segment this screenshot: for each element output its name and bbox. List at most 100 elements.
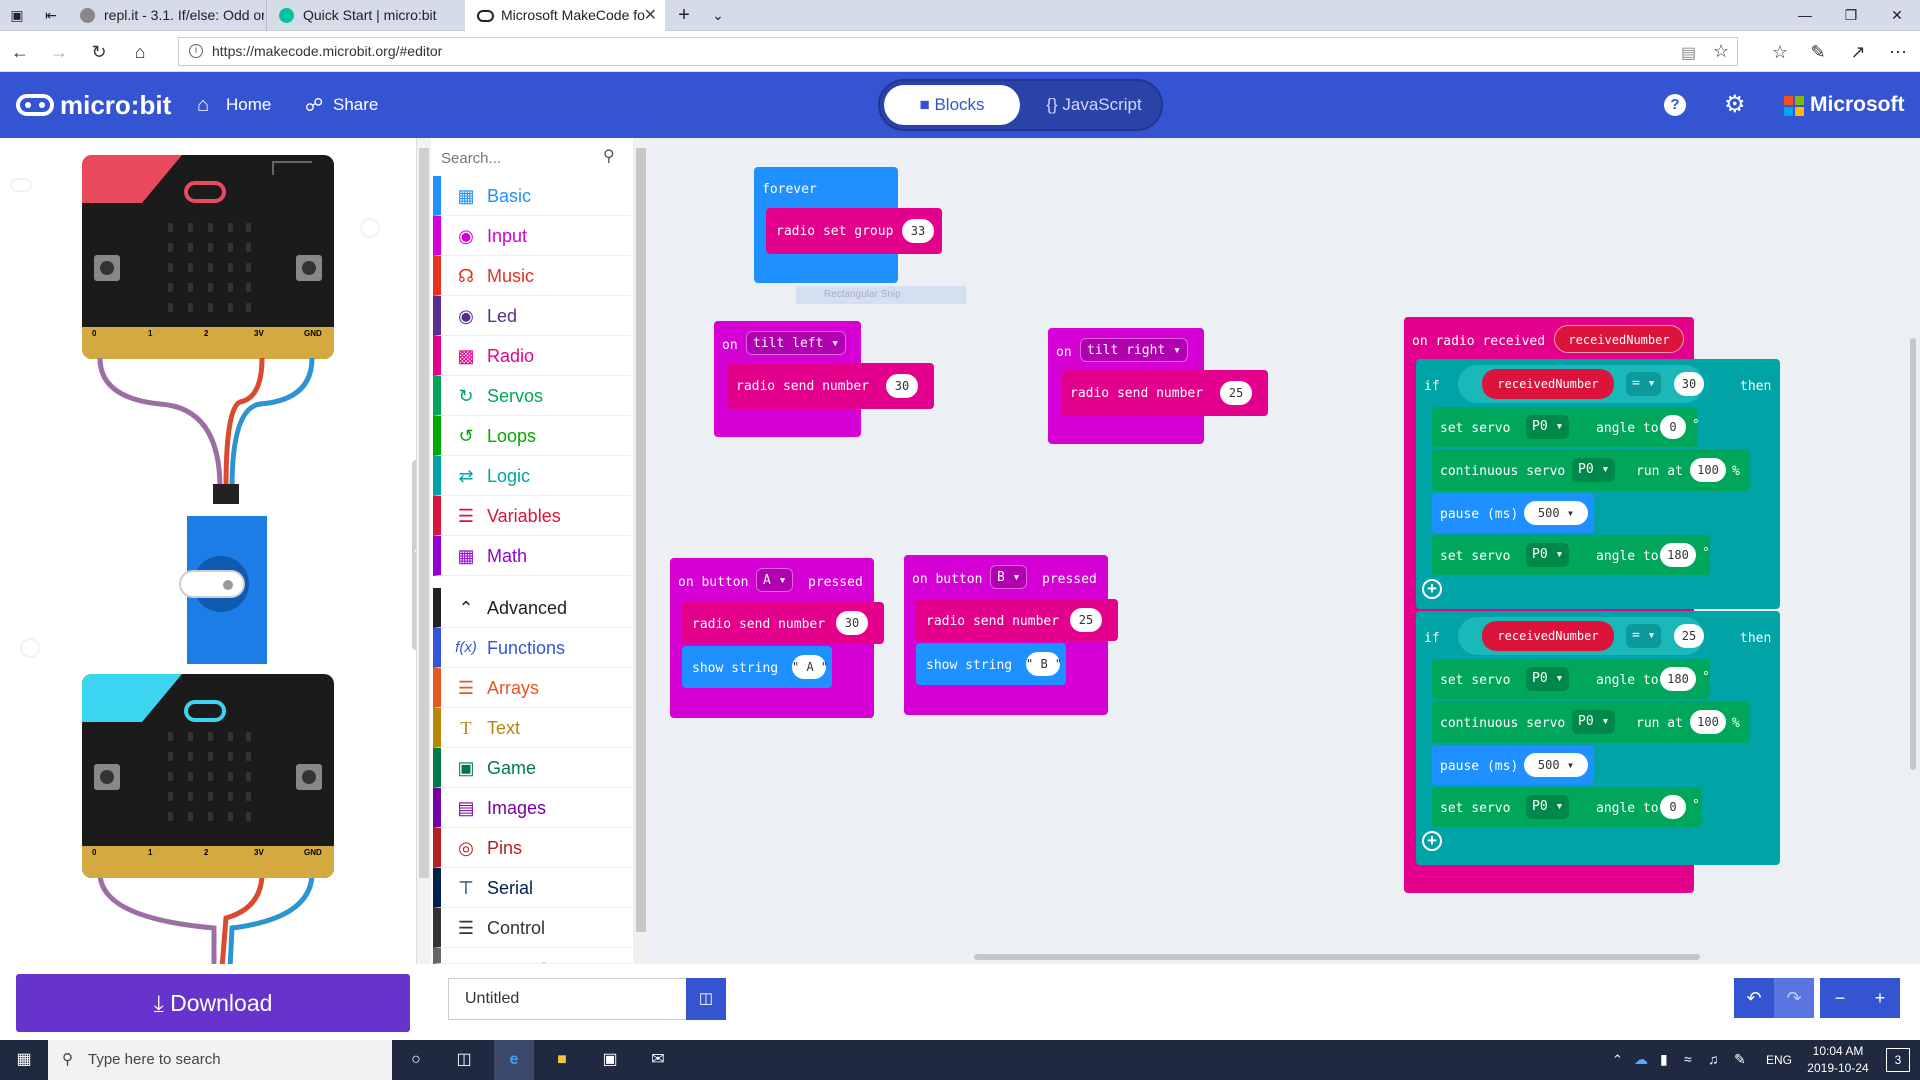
category-basic[interactable]: ▦ Basic	[433, 176, 631, 216]
servo-motor[interactable]	[179, 516, 267, 664]
battery-icon[interactable]: ▮	[1660, 1051, 1668, 1068]
send-value[interactable]: 25	[1220, 381, 1252, 405]
cortana-icon[interactable]: ○	[404, 1048, 428, 1072]
home-nav-icon[interactable]: ⌂	[197, 72, 209, 138]
on-radio-received-block[interactable]: on radio received receivedNumber if rece…	[1404, 317, 1784, 893]
share-page-icon[interactable]: ↗	[1845, 39, 1871, 65]
notification-center-icon[interactable]: 3	[1886, 1048, 1910, 1072]
toolbox-search-input[interactable]	[441, 144, 621, 172]
category-logic[interactable]: ⇄ Logic	[433, 456, 631, 496]
pin-dropdown[interactable]: P0 ▾	[1572, 458, 1616, 482]
help-icon[interactable]: ?	[1664, 94, 1686, 116]
taskbar-search-box[interactable]: ⚲ Type here to search	[48, 1040, 392, 1080]
angle-value[interactable]: 180	[1660, 543, 1696, 567]
home-button[interactable]: Home	[226, 72, 271, 138]
on-button-a-block[interactable]: on button A ▾ pressed radio send number …	[670, 558, 884, 718]
send-value[interactable]: 30	[886, 374, 918, 398]
category-music[interactable]: ☊ Music	[433, 256, 631, 296]
category-math[interactable]: ▦ Math	[433, 536, 631, 576]
add-else-icon[interactable]: +	[1422, 579, 1442, 599]
speed-value[interactable]: 100	[1690, 710, 1726, 734]
close-tab-icon[interactable]: ✕	[644, 0, 657, 31]
clock-time[interactable]: 10:04 AM	[1806, 1044, 1870, 1058]
microsoft-brand[interactable]: Microsoft	[1810, 72, 1905, 138]
category-text[interactable]: T Text	[433, 708, 631, 748]
on-tilt-left-block[interactable]: on tilt left ▾ radio send number 30	[714, 321, 934, 437]
info-icon[interactable]: i	[189, 44, 203, 58]
download-button[interactable]: ⤓ Download	[16, 974, 410, 1032]
set-aside-tabs-icon[interactable]: ⇤	[34, 0, 68, 31]
tilt-right-dropdown[interactable]: tilt right ▾	[1080, 338, 1188, 362]
minimize-icon[interactable]: —	[1782, 0, 1828, 31]
received-number-var[interactable]: receivedNumber	[1482, 369, 1614, 399]
settings-gear-icon[interactable]: ⚙	[1724, 72, 1746, 138]
category-advanced[interactable]: ⌃ Advanced	[433, 588, 631, 628]
refresh-icon[interactable]: ↻	[86, 39, 112, 65]
microbit-logo-text[interactable]: micro:bit	[60, 72, 171, 138]
reading-view-icon[interactable]: ▤	[1681, 43, 1696, 63]
notes-pen-icon[interactable]: ✎	[1805, 39, 1831, 65]
button-b-dropdown[interactable]: B ▾	[990, 565, 1028, 589]
compare-value[interactable]: 30	[1674, 372, 1704, 396]
url-field[interactable]: i https://makecode.microbit.org/#editor …	[178, 37, 1738, 66]
received-number-param[interactable]: receivedNumber	[1554, 325, 1684, 353]
add-else-icon[interactable]: +	[1422, 831, 1442, 851]
angle-value[interactable]: 0	[1660, 415, 1686, 439]
language-indicator[interactable]: ENG	[1766, 1053, 1792, 1067]
on-button-b-block[interactable]: on button B ▾ pressed radio send number …	[904, 555, 1118, 715]
pin-dropdown[interactable]: P0 ▾	[1526, 795, 1570, 819]
send-value[interactable]: 25	[1070, 608, 1102, 632]
project-name-input[interactable]: Untitled	[448, 978, 688, 1020]
category-control[interactable]: ☰ Control	[433, 908, 631, 948]
send-value[interactable]: 30	[836, 611, 868, 635]
share-nav-icon[interactable]: ☍	[305, 72, 323, 138]
tab-actions-icon[interactable]: ▣	[0, 0, 34, 31]
category-extensions[interactable]: Extensions	[433, 948, 631, 964]
speed-value[interactable]: 100	[1690, 458, 1726, 482]
angle-value[interactable]: 0	[1660, 795, 1686, 819]
pause-value[interactable]: 500 ▾	[1524, 501, 1588, 525]
more-menu-icon[interactable]: ⋯	[1885, 39, 1911, 65]
pen-icon[interactable]: ✎	[1734, 1051, 1746, 1068]
edge-browser-icon[interactable]: e	[494, 1040, 534, 1080]
close-window-icon[interactable]: ✕	[1874, 0, 1920, 31]
category-images[interactable]: ▤ Images	[433, 788, 631, 828]
microbit-logo-icon[interactable]	[16, 94, 54, 116]
operator-dropdown[interactable]: = ▾	[1626, 372, 1662, 396]
microsoft-logo-icon[interactable]	[1784, 96, 1804, 116]
tab-makecode[interactable]: Microsoft MakeCode fo ✕	[465, 0, 665, 31]
category-loops[interactable]: ↺ Loops	[433, 416, 631, 456]
pause-value[interactable]: 500 ▾	[1524, 753, 1588, 777]
category-input[interactable]: ◉ Input	[433, 216, 631, 256]
task-view-icon[interactable]: ◫	[452, 1048, 476, 1072]
file-explorer-icon[interactable]: ■	[550, 1048, 574, 1072]
forever-block[interactable]: forever radio set group 33	[754, 167, 942, 283]
tab-list-icon[interactable]: ⌄	[701, 0, 735, 31]
microbit-board-2[interactable]: 0 1 2 3V GND	[82, 674, 334, 878]
tab-replit[interactable]: repl.it - 3.1. If/else: Odd or e	[68, 0, 264, 31]
store-icon[interactable]: ▣	[598, 1048, 622, 1072]
javascript-tab[interactable]: {} JavaScript	[1030, 85, 1158, 125]
on-tilt-right-block[interactable]: on tilt right ▾ radio send number 25	[1048, 328, 1268, 444]
category-arrays[interactable]: ☰ Arrays	[433, 668, 631, 708]
restore-icon[interactable]: ❐	[1828, 0, 1874, 31]
category-led[interactable]: ◉ Led	[433, 296, 631, 336]
favorite-star-icon[interactable]: ☆	[1713, 41, 1729, 62]
button-a-dropdown[interactable]: A ▾	[756, 568, 794, 592]
category-variables[interactable]: ☰ Variables	[433, 496, 631, 536]
new-tab-icon[interactable]: +	[667, 0, 701, 31]
pin-dropdown[interactable]: P0 ▾	[1526, 667, 1570, 691]
search-icon[interactable]: ⚲	[603, 146, 615, 166]
blocks-tab[interactable]: ■ Blocks	[884, 85, 1020, 125]
string-value[interactable]: " B "	[1026, 652, 1062, 676]
windows-start-icon[interactable]: ▦	[12, 1048, 36, 1072]
wifi-icon[interactable]: ≈	[1684, 1051, 1692, 1067]
category-serial[interactable]: ⊤ Serial	[433, 868, 631, 908]
operator-dropdown[interactable]: = ▾	[1626, 624, 1662, 648]
tilt-left-dropdown[interactable]: tilt left ▾	[746, 331, 847, 355]
category-game[interactable]: ▣ Game	[433, 748, 631, 788]
sim-scrollbar[interactable]	[417, 138, 431, 964]
compare-value[interactable]: 25	[1674, 624, 1704, 648]
forward-icon[interactable]: →	[46, 39, 72, 65]
pin-dropdown[interactable]: P0 ▾	[1526, 543, 1570, 567]
